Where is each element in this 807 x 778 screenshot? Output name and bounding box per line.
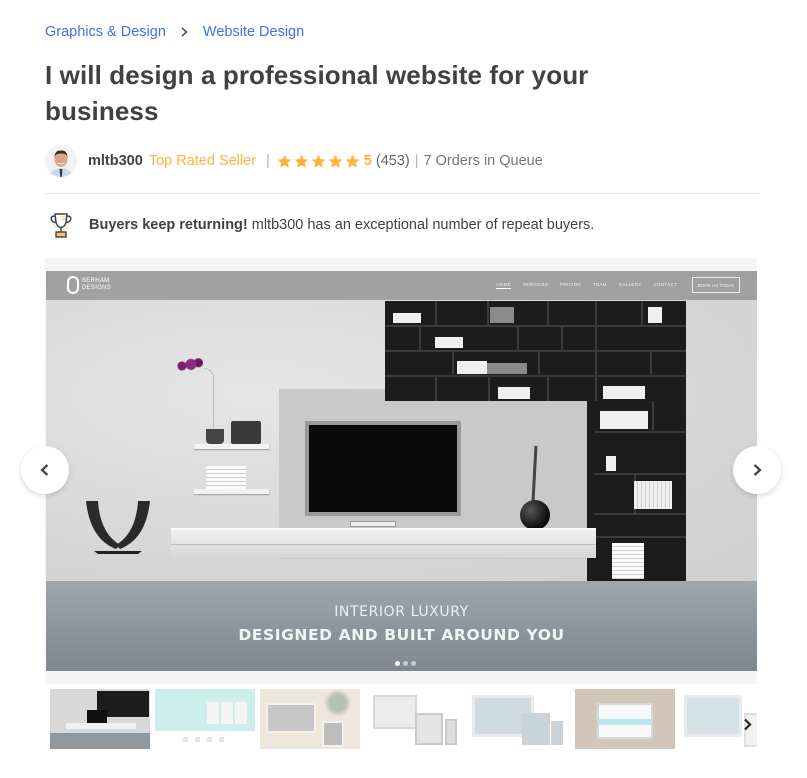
seller-level-badge: Top Rated Seller bbox=[148, 153, 257, 169]
sphere-vase bbox=[520, 500, 550, 530]
rating-stars[interactable] bbox=[277, 154, 360, 169]
repeat-buyers-banner: Buyers keep returning! mltb300 has an ex… bbox=[48, 211, 594, 239]
thumbnail-5[interactable] bbox=[470, 689, 570, 749]
slide-dot[interactable] bbox=[403, 661, 408, 666]
vases-decor bbox=[231, 421, 261, 444]
gig-gallery: BERHAM DESIGNS Home Services Pricing Tea… bbox=[45, 258, 757, 684]
seller-name-link[interactable]: mltb300 bbox=[88, 153, 143, 169]
logo-mark-icon bbox=[67, 276, 79, 294]
trophy-icon bbox=[50, 213, 72, 238]
divider: | bbox=[266, 153, 270, 169]
promo-headline: Buyers keep returning! bbox=[89, 217, 248, 233]
slide-dot[interactable] bbox=[395, 661, 400, 666]
section-divider bbox=[45, 193, 760, 194]
mockup-nav-team: Team bbox=[593, 282, 607, 287]
thumbnail-6[interactable] bbox=[575, 689, 675, 749]
gallery-slide[interactable]: BERHAM DESIGNS Home Services Pricing Tea… bbox=[46, 271, 757, 671]
wall-shelf bbox=[194, 444, 269, 449]
orders-in-queue: 7 Orders in Queue bbox=[423, 153, 543, 169]
rating-score: 5 bbox=[363, 153, 372, 169]
star-icon bbox=[328, 154, 343, 168]
divider: | bbox=[414, 153, 419, 169]
star-icon bbox=[277, 154, 292, 168]
page-title: I will design a professional website for… bbox=[45, 60, 589, 126]
television bbox=[305, 421, 461, 516]
slide-caption-main: DESIGNED AND BUILT AROUND YOU bbox=[238, 626, 565, 644]
chevron-right-icon bbox=[180, 27, 189, 37]
mockup-nav-services: Services bbox=[523, 282, 549, 287]
thumbnail-4[interactable] bbox=[365, 689, 465, 749]
stacked-books bbox=[206, 466, 246, 489]
thumbnail-2[interactable] bbox=[155, 689, 255, 749]
bookcase-top bbox=[385, 301, 686, 401]
mockup-cta-button: Book us today bbox=[692, 277, 740, 293]
seller-overview: mltb300 Top Rated Seller | 5 (453) | 7 O… bbox=[45, 145, 543, 177]
gallery-thumbnails bbox=[50, 689, 757, 749]
breadcrumb: Graphics & Design Website Design bbox=[45, 24, 304, 40]
mockup-nav-contact: Contact bbox=[653, 282, 677, 287]
thumbnail-3[interactable] bbox=[260, 689, 360, 749]
thumbnails-next-button[interactable] bbox=[737, 711, 757, 737]
mockup-nav-home: Home bbox=[496, 282, 512, 289]
orchid-decor bbox=[173, 358, 203, 374]
orchid-stem bbox=[204, 368, 214, 428]
chevron-left-icon bbox=[40, 464, 49, 476]
star-icon bbox=[345, 154, 360, 168]
gallery-prev-button[interactable] bbox=[21, 446, 69, 494]
breadcrumb-link-graphics-design[interactable]: Graphics & Design bbox=[45, 24, 166, 40]
slide-caption-top: INTERIOR LUXURY bbox=[334, 604, 469, 620]
mockup-nav-pricing: Pricing bbox=[560, 282, 581, 287]
mockup-nav-links: Home Services Pricing Team Gallery Conta… bbox=[496, 282, 677, 289]
media-box bbox=[350, 521, 396, 527]
gallery-next-button[interactable] bbox=[733, 446, 781, 494]
breadcrumb-link-website-design[interactable]: Website Design bbox=[203, 24, 304, 40]
slide-dots bbox=[395, 661, 416, 666]
plant-pot bbox=[206, 429, 224, 444]
star-icon bbox=[311, 154, 326, 168]
logo-text-line2: DESIGNS bbox=[82, 285, 112, 291]
rating-count[interactable]: (453) bbox=[376, 153, 410, 169]
mockup-logo: BERHAM DESIGNS bbox=[67, 276, 111, 294]
chevron-right-icon bbox=[743, 718, 752, 730]
thumbnail-1[interactable] bbox=[50, 689, 150, 749]
tv-console bbox=[171, 528, 596, 558]
mockup-site-nav: BERHAM DESIGNS Home Services Pricing Tea… bbox=[46, 271, 757, 300]
star-icon bbox=[294, 154, 309, 168]
slide-dot[interactable] bbox=[411, 661, 416, 666]
chevron-right-icon bbox=[753, 464, 762, 476]
sculpture-decor bbox=[86, 501, 150, 554]
promo-text: mltb300 has an exceptional number of rep… bbox=[251, 217, 595, 233]
wall-shelf bbox=[194, 489, 269, 494]
bookcase-column bbox=[594, 401, 686, 581]
mockup-nav-gallery: Gallery bbox=[618, 282, 642, 287]
logo-text-line1: BERHAM bbox=[82, 278, 110, 284]
avatar[interactable] bbox=[45, 145, 77, 177]
